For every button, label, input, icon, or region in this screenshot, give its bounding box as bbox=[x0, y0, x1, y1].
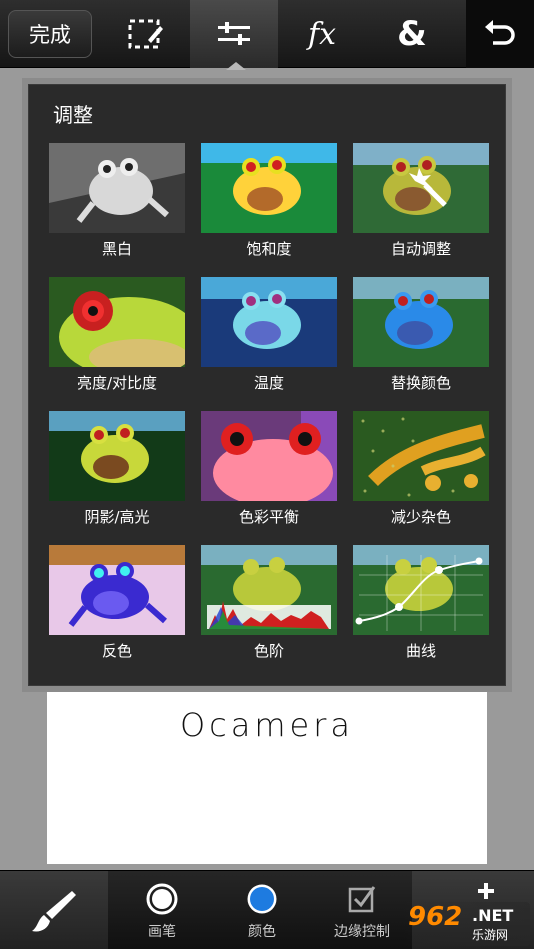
brush-tool-button[interactable] bbox=[0, 871, 108, 949]
adjust-item-label: 减少杂色 bbox=[390, 508, 451, 526]
bottom-tool-label: 颜色 bbox=[248, 924, 276, 940]
select-tool-button[interactable] bbox=[102, 0, 190, 68]
adjust-item-noise-reduction[interactable]: 减少杂色 bbox=[353, 411, 489, 535]
adjust-item-label: 替换颜色 bbox=[390, 374, 451, 392]
black-white-thumbnail bbox=[49, 143, 185, 233]
ampersand-icon: & bbox=[397, 14, 427, 54]
adjust-item-invert[interactable]: 反色 bbox=[49, 545, 185, 669]
adjust-item-label: 饱和度 bbox=[246, 240, 292, 258]
adjust-item-label: 阴影/高光 bbox=[84, 508, 150, 526]
color-swatch-icon bbox=[247, 884, 277, 914]
color-balance-thumbnail bbox=[201, 411, 337, 501]
replace-color-thumbnail bbox=[353, 277, 489, 367]
undo-icon bbox=[485, 20, 515, 45]
adjust-item-label: 曲线 bbox=[405, 642, 436, 660]
adjust-item-label: 温度 bbox=[253, 374, 284, 392]
bottom-tool-label: 边缘控制 bbox=[334, 924, 390, 940]
layers-tool-button[interactable]: & bbox=[368, 0, 456, 68]
watermark-net: .NET bbox=[472, 906, 514, 925]
color-button[interactable]: 颜色 bbox=[212, 871, 312, 949]
noise-reduction-thumbnail bbox=[353, 411, 489, 501]
brush-size-icon bbox=[146, 883, 178, 915]
add-layer-icon bbox=[478, 883, 494, 899]
adjust-panel: 调整 黑白 饱和度 自动调整 亮度/对比度 温度 替换颜色 阴影/高光 色彩平衡… bbox=[28, 84, 506, 686]
adjust-item-label: 亮度/对比度 bbox=[76, 374, 158, 392]
adjust-item-brightness-contrast[interactable]: 亮度/对比度 bbox=[49, 277, 185, 401]
shadow-highlight-thumbnail bbox=[49, 411, 185, 501]
edge-control-button[interactable]: 边缘控制 bbox=[312, 871, 412, 949]
sliders-icon bbox=[218, 22, 250, 45]
adjust-item-label: 自动调整 bbox=[390, 240, 451, 258]
auto-adjust-thumbnail bbox=[353, 143, 489, 233]
adjust-item-replace-color[interactable]: 替换颜色 bbox=[353, 277, 489, 401]
undo-button[interactable] bbox=[466, 0, 534, 68]
levels-thumbnail bbox=[201, 545, 337, 635]
adjust-item-label: 色彩平衡 bbox=[238, 508, 299, 526]
effects-tool-button[interactable]: fx bbox=[278, 0, 366, 68]
add-layer-button[interactable]: 962 .NET 乐游网 bbox=[404, 871, 534, 949]
adjust-item-black-white[interactable]: 黑白 bbox=[49, 143, 185, 267]
adjust-item-label: 反色 bbox=[101, 642, 132, 660]
watermark-sub: 乐游网 bbox=[472, 928, 509, 942]
brush-icon bbox=[32, 890, 76, 932]
invert-thumbnail bbox=[49, 545, 185, 635]
adjust-item-curves[interactable]: 曲线 bbox=[353, 545, 489, 669]
top-toolbar: 完成 fx & bbox=[0, 0, 534, 68]
canvas-paper[interactable]: Ocamera bbox=[47, 686, 487, 864]
bottom-toolbar: 画笔 颜色 边缘控制 962 .NET 乐游网 bbox=[0, 870, 534, 949]
temperature-thumbnail bbox=[201, 277, 337, 367]
canvas-text: Ocamera bbox=[179, 706, 354, 744]
adjust-item-label: 色阶 bbox=[253, 642, 284, 660]
bottom-tool-label: 画笔 bbox=[148, 924, 176, 940]
adjust-item-auto[interactable]: 自动调整 bbox=[353, 143, 489, 267]
brush-settings-button[interactable]: 画笔 bbox=[112, 871, 212, 949]
dashed-selection-pencil-icon bbox=[128, 19, 163, 49]
curves-thumbnail bbox=[353, 545, 489, 635]
watermark: 962 .NET 乐游网 bbox=[404, 902, 530, 946]
panel-pointer bbox=[226, 62, 246, 70]
brightness-contrast-thumbnail bbox=[49, 277, 185, 367]
adjust-item-label: 黑白 bbox=[101, 240, 132, 258]
panel-title: 调整 bbox=[53, 103, 93, 127]
adjust-item-temperature[interactable]: 温度 bbox=[201, 277, 337, 401]
adjust-item-shadow-highlight[interactable]: 阴影/高光 bbox=[49, 411, 185, 535]
fx-icon: fx bbox=[307, 16, 337, 52]
done-button[interactable]: 完成 bbox=[8, 10, 92, 58]
adjust-item-saturation[interactable]: 饱和度 bbox=[201, 143, 337, 267]
adjust-item-levels[interactable]: 色阶 bbox=[201, 545, 337, 669]
checkbox-icon bbox=[348, 886, 376, 913]
adjust-tool-button[interactable] bbox=[190, 0, 278, 68]
saturation-thumbnail bbox=[201, 143, 337, 233]
adjust-item-color-balance[interactable]: 色彩平衡 bbox=[201, 411, 337, 535]
watermark-number: 962 bbox=[408, 902, 463, 932]
